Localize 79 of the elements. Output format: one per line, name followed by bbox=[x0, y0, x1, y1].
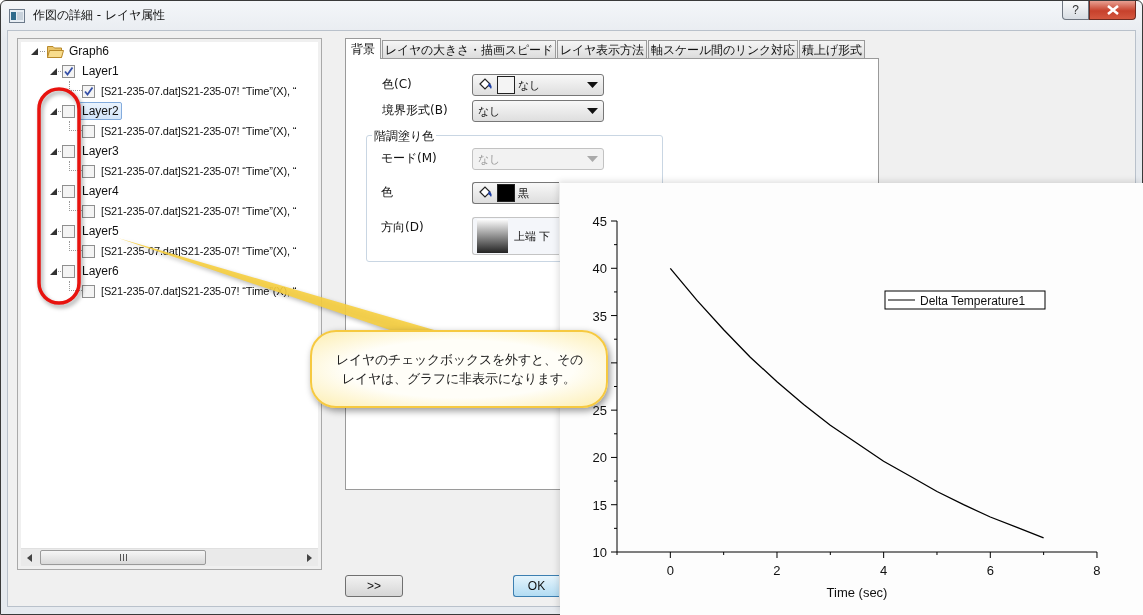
tick-label: 15 bbox=[592, 497, 607, 513]
scroll-right-icon[interactable] bbox=[307, 553, 312, 562]
tree-item[interactable]: [S21-235-07.dat]S21-235-07! “Time”(X), “ bbox=[100, 163, 298, 179]
tree-item[interactable]: Layer4 bbox=[79, 182, 122, 200]
tree-item[interactable]: [S21-235-07.dat]S21-235-07! “Time”(X), “ bbox=[100, 203, 298, 219]
tree-item[interactable]: Layer2 bbox=[79, 102, 122, 120]
checkbox[interactable] bbox=[62, 144, 75, 158]
tick-label: 20 bbox=[592, 450, 607, 466]
tick-label: 0 bbox=[666, 563, 674, 578]
tree-item[interactable]: Layer5 bbox=[79, 222, 122, 240]
axis-title: Time (sec) bbox=[826, 585, 888, 600]
field-label: 色 bbox=[380, 184, 394, 201]
window-title: 作図の詳細 - レイヤ属性 bbox=[33, 7, 165, 24]
expand-icon[interactable] bbox=[50, 227, 57, 235]
expand-icon[interactable] bbox=[50, 67, 57, 75]
checkbox[interactable] bbox=[62, 104, 75, 118]
caret-icon bbox=[587, 108, 598, 114]
tree-item[interactable]: Layer1 bbox=[79, 62, 122, 80]
tick-label: 2 bbox=[773, 563, 781, 578]
dropdown[interactable]: なし bbox=[472, 100, 604, 122]
tick-label: 8 bbox=[1093, 563, 1101, 578]
checkbox[interactable] bbox=[82, 244, 95, 258]
tick-label: 10 bbox=[592, 545, 607, 560]
field-label: 境界形式(B) bbox=[381, 102, 449, 119]
group-title: 階調塗り色 bbox=[372, 128, 436, 145]
tree-item[interactable]: Layer6 bbox=[79, 262, 122, 280]
field-label: 色(C) bbox=[381, 76, 413, 93]
color-dropdown[interactable]: 黒 bbox=[472, 182, 559, 204]
caret-icon bbox=[587, 82, 598, 88]
field-label: モード(M) bbox=[380, 150, 438, 167]
grip-icon bbox=[119, 554, 127, 561]
callout-text: レイヤは、グラフに非表示になります。 bbox=[342, 370, 576, 388]
tick-label: 45 bbox=[592, 214, 607, 229]
tab[interactable]: レイヤの大きさ・描画スピード bbox=[382, 40, 556, 58]
tree-item[interactable]: Graph6 bbox=[67, 43, 112, 59]
expand-icon[interactable] bbox=[50, 147, 57, 155]
tick-label: 4 bbox=[880, 563, 888, 578]
window-icon bbox=[9, 8, 25, 23]
checkbox[interactable] bbox=[62, 64, 75, 78]
callout-text: レイヤのチェックボックスを外すと、その bbox=[335, 351, 583, 369]
ok-button[interactable]: OK bbox=[513, 575, 559, 597]
folder-icon bbox=[47, 44, 64, 58]
color-dropdown[interactable]: なし bbox=[472, 74, 604, 96]
checkbox[interactable] bbox=[82, 164, 95, 178]
checkbox[interactable] bbox=[82, 124, 95, 138]
close-icon bbox=[1105, 5, 1120, 15]
expand-icon[interactable] bbox=[50, 187, 57, 195]
tick-label: 6 bbox=[986, 563, 994, 578]
gradient-preview bbox=[477, 219, 508, 253]
tab[interactable]: 軸スケール間のリンク対応 bbox=[648, 40, 798, 58]
help-button[interactable]: ? bbox=[1062, 1, 1089, 20]
expand-icon[interactable] bbox=[31, 47, 38, 55]
tree-item[interactable]: [S21-235-07.dat]S21-235-07! “Time”(X), “ bbox=[100, 83, 298, 99]
scrollbar-thumb[interactable] bbox=[40, 550, 206, 565]
checkbox[interactable] bbox=[62, 224, 75, 238]
legend-label: Delta Temperature1 bbox=[920, 294, 1026, 308]
tick-label: 35 bbox=[592, 308, 607, 324]
checkbox[interactable] bbox=[82, 84, 95, 98]
scroll-left-icon[interactable] bbox=[27, 553, 32, 562]
tab[interactable]: 積上げ形式 bbox=[799, 40, 865, 58]
expand-button[interactable]: >> bbox=[345, 575, 403, 597]
legend: Delta Temperature1 bbox=[884, 290, 1046, 310]
checkbox[interactable] bbox=[82, 284, 95, 298]
expand-icon[interactable] bbox=[50, 107, 57, 115]
checkbox[interactable] bbox=[82, 204, 95, 218]
field-label: 方向(D) bbox=[380, 219, 425, 236]
direction-dropdown[interactable]: 上端 下 bbox=[472, 217, 559, 255]
tab[interactable]: 背景 bbox=[345, 38, 381, 59]
horizontal-scrollbar[interactable] bbox=[21, 548, 318, 566]
caret-icon bbox=[587, 156, 598, 162]
tick-label: 25 bbox=[592, 403, 607, 419]
tick-label: 40 bbox=[592, 261, 607, 277]
close-button[interactable] bbox=[1089, 1, 1136, 20]
tree-item[interactable]: [S21-235-07.dat]S21-235-07! “Time”(X), “ bbox=[100, 123, 298, 139]
tab[interactable]: レイヤ表示方法 bbox=[557, 40, 647, 58]
checkbox[interactable] bbox=[62, 264, 75, 278]
expand-icon[interactable] bbox=[50, 267, 57, 275]
tree-item[interactable]: Layer3 bbox=[79, 142, 122, 160]
checkbox[interactable] bbox=[62, 184, 75, 198]
